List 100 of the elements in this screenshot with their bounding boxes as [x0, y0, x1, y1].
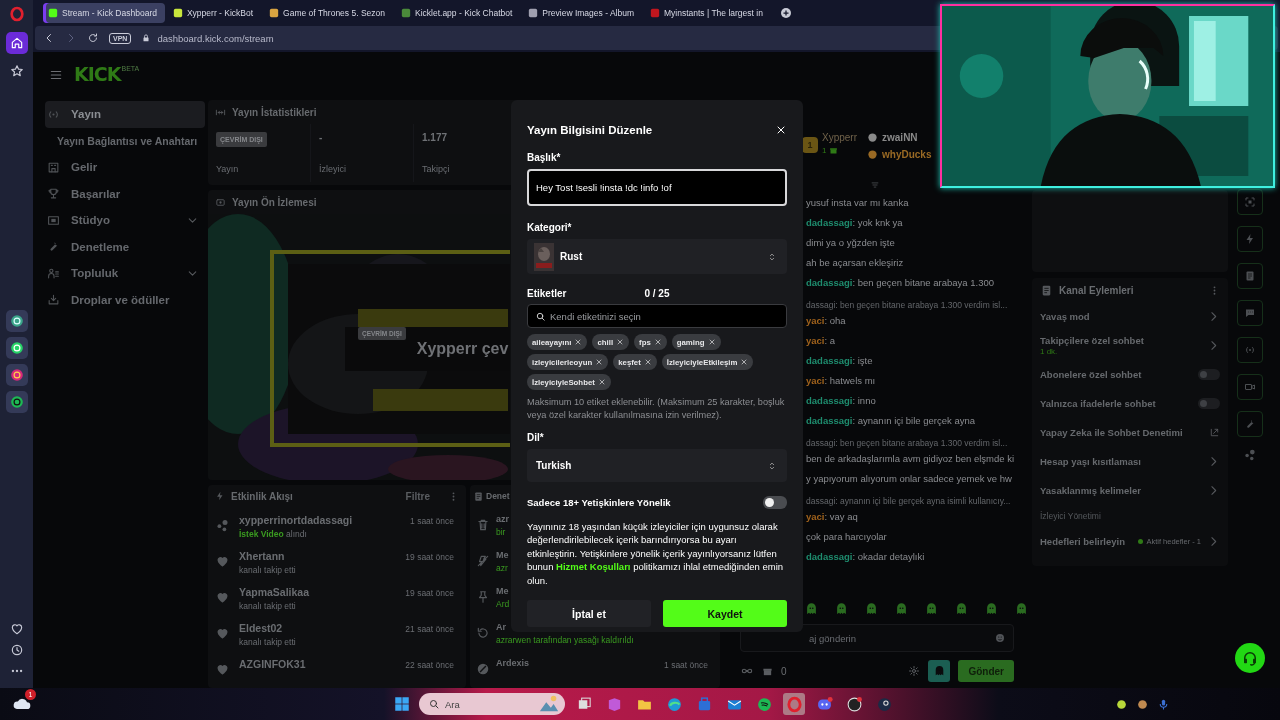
trash-icon — [476, 518, 490, 532]
nav-item[interactable]: Denetleme — [45, 233, 205, 260]
category-select[interactable]: Rust — [527, 239, 787, 274]
close-icon[interactable] — [775, 124, 787, 136]
emote-icon[interactable] — [864, 601, 879, 617]
app-icon[interactable] — [5, 364, 28, 386]
browser-tab[interactable]: Xypperr - KickBot — [167, 2, 262, 23]
browser-tab[interactable]: Myinstants | The largest in — [645, 2, 771, 23]
menu-item[interactable]: Hesap yaşı kısıtlaması — [1040, 456, 1201, 467]
user-name: xypperrinortdadassagi — [239, 514, 354, 526]
emote-icon[interactable] — [894, 601, 909, 617]
nav-item[interactable]: Droplar ve ödüller — [45, 286, 205, 313]
new-tab-icon[interactable] — [779, 6, 792, 19]
remove-icon[interactable] — [616, 338, 625, 346]
remove-icon[interactable] — [597, 378, 606, 386]
windows-icon[interactable] — [393, 695, 411, 713]
emote-icon[interactable] — [984, 601, 999, 617]
remove-icon[interactable] — [653, 338, 662, 346]
menu-item[interactable]: Yalnızca ifadelerle sohbet — [1040, 398, 1192, 409]
nav-item[interactable]: Gelir — [45, 154, 205, 181]
camera-icon — [1244, 381, 1256, 393]
browser-tab[interactable]: Preview Images - Album — [523, 2, 642, 23]
home-button[interactable] — [5, 32, 28, 54]
clock-icon[interactable] — [9, 643, 24, 657]
reload-icon[interactable] — [87, 32, 99, 44]
menu-item[interactable]: Abonelere özel sohbet — [1040, 369, 1192, 380]
browser-tab[interactable]: Game of Thrones 5. Sezon — [264, 2, 393, 23]
chat-message: yusuf insta var mı kanka — [806, 196, 909, 210]
tool-button[interactable] — [1237, 374, 1263, 400]
remove-icon[interactable] — [595, 358, 604, 366]
lock-icon — [141, 33, 152, 43]
emote-icon[interactable] — [804, 601, 819, 617]
toggle-switch[interactable] — [1198, 369, 1220, 380]
smiley-icon[interactable] — [994, 632, 1006, 644]
app-icon[interactable] — [5, 337, 28, 359]
emote-icon[interactable] — [924, 601, 939, 617]
app-logo-icon — [9, 314, 24, 328]
user-name: Ardexis — [496, 658, 530, 668]
game-store-icon[interactable] — [875, 695, 893, 713]
nav-item[interactable]: Başarılar — [45, 180, 205, 207]
search-field[interactable]: Ara — [419, 693, 565, 715]
remove-icon[interactable] — [707, 338, 716, 346]
tool-button[interactable] — [1237, 189, 1263, 215]
menu-item[interactable]: Yasaklanmış kelimeler — [1040, 485, 1201, 496]
remove-icon[interactable] — [643, 358, 652, 366]
settings-icon[interactable] — [908, 665, 921, 677]
tool-button[interactable] — [1237, 300, 1263, 326]
browser-icon[interactable] — [665, 695, 683, 713]
heart-icon[interactable] — [9, 622, 24, 636]
remove-icon[interactable] — [574, 338, 583, 346]
browser-tab[interactable]: Stream - Kick Dashboard — [43, 2, 165, 23]
external-link-icon[interactable] — [1209, 427, 1220, 438]
save-button[interactable]: Kaydet — [663, 600, 787, 628]
app-icon[interactable] — [5, 391, 28, 413]
nav-item[interactable]: Topluluk — [45, 260, 205, 287]
tray-app-icon[interactable] — [1115, 697, 1128, 711]
menu-item[interactable]: Yavaş mod — [1040, 311, 1201, 322]
emote-icon[interactable] — [1014, 601, 1029, 617]
toggle-switch[interactable] — [763, 495, 787, 509]
tool-button[interactable] — [1237, 263, 1263, 289]
tag-search-field[interactable]: Kendi etiketinizi seçin — [527, 304, 787, 328]
heart-icon — [215, 626, 230, 641]
terms-link[interactable]: Hizmet Koşulları — [556, 561, 631, 573]
nav-item[interactable]: Yayın — [45, 101, 205, 128]
user-name: YapmaSalikaa — [239, 586, 311, 598]
dots-icon[interactable] — [1243, 448, 1257, 462]
menu-item[interactable]: Hedefleri belirleyin — [1040, 536, 1133, 547]
message-field[interactable]: aj gönderin — [740, 624, 1014, 652]
section-label: İzleyici Yönetimi — [1040, 510, 1102, 523]
emote-button[interactable] — [928, 660, 951, 682]
star-icon[interactable] — [9, 64, 24, 78]
recorder-icon[interactable] — [845, 695, 863, 713]
browser-tab[interactable]: Kicklet.app - Kick Chatbot — [396, 2, 521, 23]
actions-icon — [1040, 283, 1053, 297]
menu-item[interactable]: Takipçilere özel sohbet — [1040, 335, 1201, 346]
heart-icon — [215, 554, 230, 569]
emote-icon[interactable] — [954, 601, 969, 617]
cancel-button[interactable]: İptal et — [527, 600, 651, 628]
broadcast-icon — [1244, 344, 1256, 356]
title-field[interactable]: Hey Tost !sesli !insta !dc !info !of — [527, 169, 787, 206]
opera-icon[interactable] — [8, 6, 25, 22]
menu-item[interactable]: Yapay Zeka ile Sohbet Denetimi — [1040, 427, 1203, 438]
bolt-icon — [1244, 233, 1256, 245]
remove-icon[interactable] — [740, 358, 749, 366]
language-select[interactable]: Turkish — [527, 449, 787, 482]
tray-app-icon[interactable] — [1136, 697, 1149, 711]
url-text[interactable]: dashboard.kick.com/stream — [157, 32, 274, 44]
nav-item[interactable]: Yayın Bağlantısı ve Anahtarı — [45, 127, 205, 154]
gift-icon — [829, 146, 839, 155]
nav-item[interactable]: Stüdyo — [45, 207, 205, 234]
heart-icon — [215, 662, 230, 677]
toggle-switch[interactable] — [1198, 398, 1220, 409]
card-title: Denet — [486, 491, 510, 501]
music-app-icon[interactable] — [755, 695, 773, 713]
nav-icon — [47, 160, 60, 174]
card-title: Yayın İstatistikleri — [232, 106, 317, 118]
app-icon[interactable] — [5, 310, 28, 332]
event-time: 19 saat önce — [405, 552, 454, 562]
emote-icon[interactable] — [834, 601, 849, 617]
microphone-icon[interactable] — [1157, 697, 1170, 711]
